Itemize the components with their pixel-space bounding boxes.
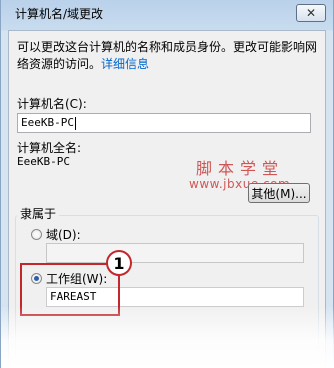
member-of-label: 隶属于 [17, 205, 60, 222]
watermark-site-name: 脚本学堂 [196, 159, 285, 178]
close-icon: ✕ [305, 6, 317, 20]
domain-radio[interactable] [31, 229, 42, 240]
description-body: 可以更改这台计算机的名称和成员身份。更改可能影响网络资源的访问。 [17, 40, 318, 71]
annotation-step-marker: 1 [106, 250, 132, 276]
full-name-value: EeeKB-PC [17, 155, 70, 168]
text-caret [74, 116, 76, 130]
other-button[interactable]: 其他(M)... [248, 183, 310, 203]
title-bar: 计算机名/域更改 ✕ [1, 0, 333, 30]
domain-input[interactable] [46, 243, 304, 263]
computer-name-input[interactable]: EeeKB-PC [17, 113, 311, 133]
full-name-label: 计算机全名: [17, 141, 82, 155]
computer-name-value: EeeKB-PC [21, 116, 74, 129]
computer-name-dialog: 计算机名/域更改 ✕ 可以更改这台计算机的名称和成员身份。更改可能影响网络资源的… [0, 0, 334, 368]
dialog-title: 计算机名/域更改 [15, 7, 104, 21]
computer-name-label: 计算机名(C): [17, 97, 87, 111]
bottom-fade-overlay [1, 306, 334, 368]
details-link[interactable]: 详细信息 [101, 57, 149, 71]
description-text: 可以更改这台计算机的名称和成员身份。更改可能影响网络资源的访问。详细信息 [17, 39, 319, 73]
close-button[interactable]: ✕ [296, 4, 326, 22]
domain-label: 域(D): [46, 228, 81, 242]
